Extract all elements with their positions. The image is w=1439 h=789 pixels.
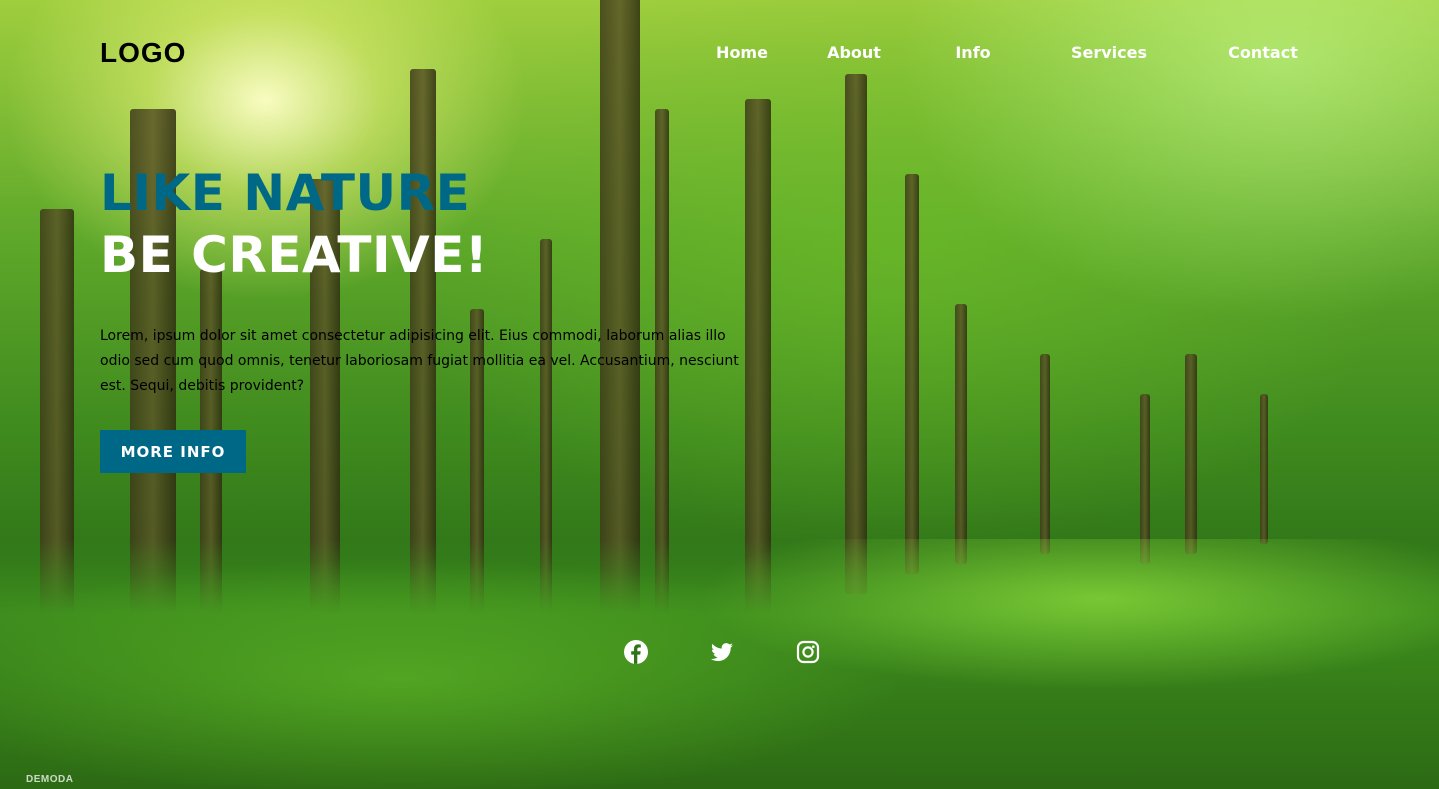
hero-section: LIKE NATURE BE CREATIVE! Lorem, ipsum do… — [100, 162, 780, 473]
watermark: DEMODA — [26, 774, 74, 785]
nav-contact[interactable]: Contact — [1201, 36, 1325, 70]
facebook-icon[interactable] — [622, 638, 650, 666]
site-header: LOGO Home About Info Services Contact — [100, 36, 1339, 70]
nav-home[interactable]: Home — [705, 36, 779, 70]
more-info-button[interactable]: MORE INFO — [100, 430, 246, 473]
instagram-icon[interactable] — [794, 638, 822, 666]
nav-about[interactable]: About — [779, 36, 929, 70]
logo[interactable]: LOGO — [100, 36, 186, 70]
nav-services[interactable]: Services — [1017, 36, 1201, 70]
nav-info[interactable]: Info — [929, 36, 1017, 70]
hero-title-line1: LIKE NATURE — [100, 164, 471, 222]
hero-description: Lorem, ipsum dolor sit amet consectetur … — [100, 328, 739, 394]
main-nav: Home About Info Services Contact — [705, 36, 1325, 70]
hero-page: LOGO Home About Info Services Contact LI… — [0, 0, 1439, 789]
hero-title: LIKE NATURE BE CREATIVE! — [100, 162, 780, 286]
hero-title-line2: BE CREATIVE! — [100, 226, 489, 284]
twitter-icon[interactable] — [708, 638, 736, 666]
social-links — [622, 638, 822, 666]
